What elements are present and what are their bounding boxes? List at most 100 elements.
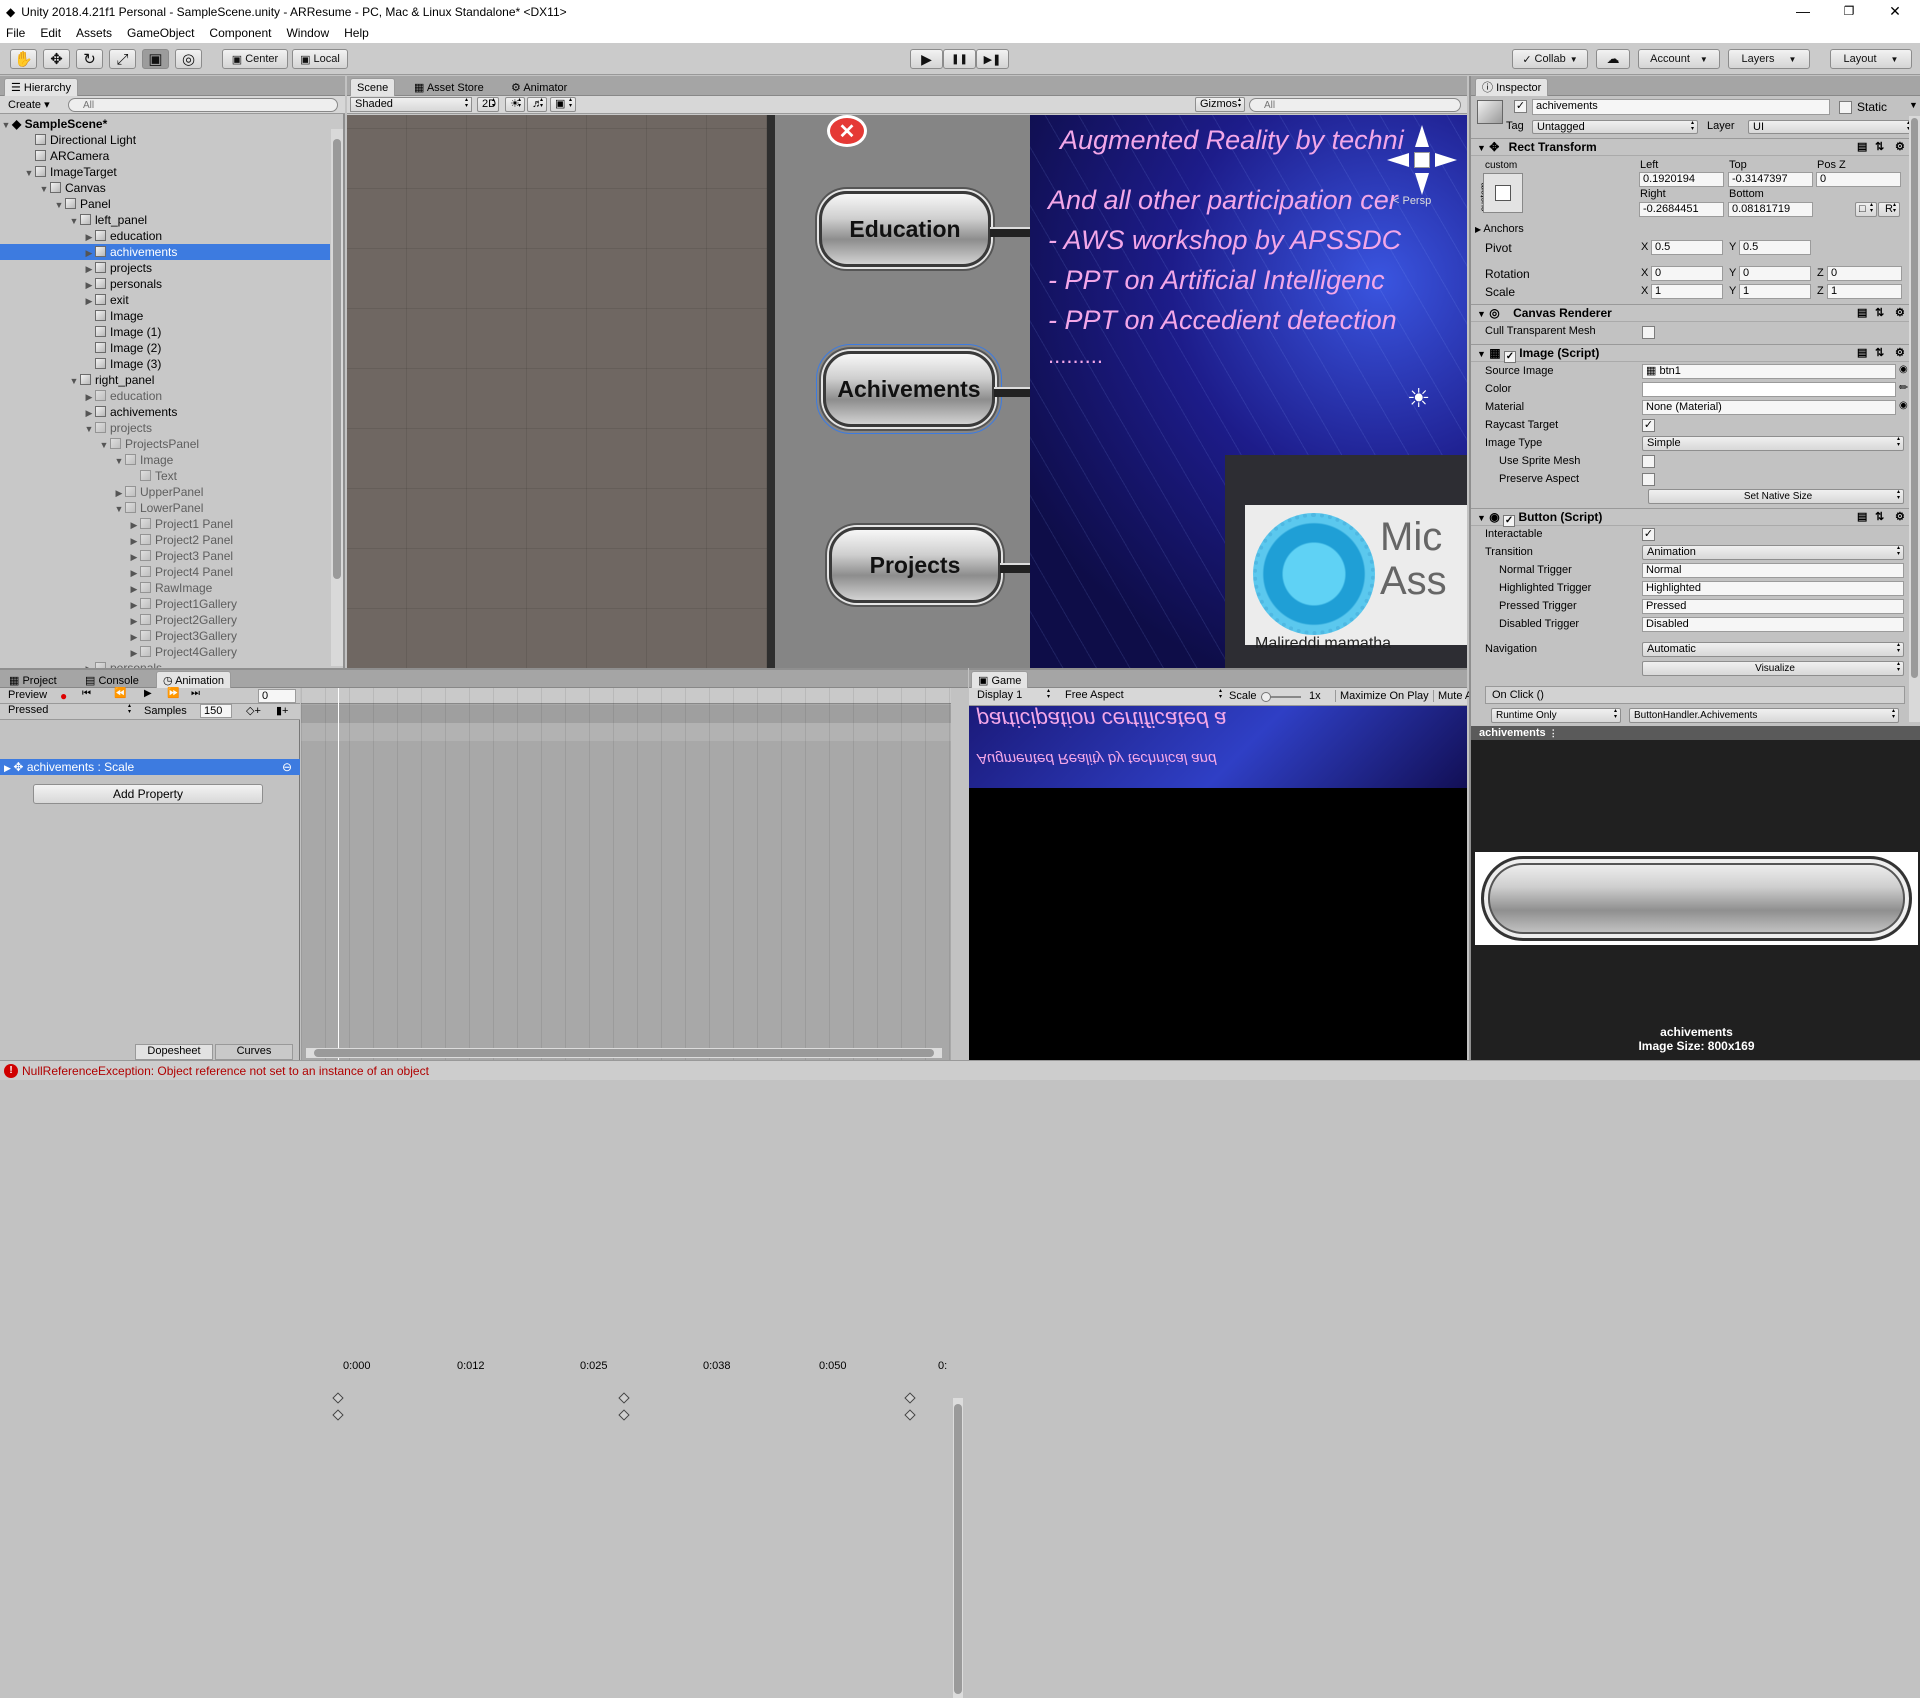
expand-arrow-icon[interactable]: ▼ bbox=[68, 373, 80, 389]
expand-arrow-icon[interactable]: ▶ bbox=[128, 517, 140, 533]
hierarchy-item[interactable]: ▼ left_panel bbox=[0, 212, 330, 228]
pivot-y-field[interactable]: 0.5 bbox=[1739, 240, 1811, 255]
keyframe-scale-2[interactable] bbox=[904, 1409, 916, 1421]
expand-arrow-icon[interactable]: ▶ bbox=[83, 229, 95, 245]
hierarchy-item[interactable]: ▶ RawImage bbox=[0, 580, 330, 596]
add-property-button[interactable]: Add Property bbox=[33, 784, 263, 804]
account-dropdown[interactable]: Account ▼ bbox=[1638, 49, 1720, 69]
cloud-icon[interactable]: ☁ bbox=[1596, 49, 1630, 69]
posz-field[interactable]: 0 bbox=[1816, 172, 1901, 187]
layer-dropdown[interactable]: UI bbox=[1748, 120, 1914, 134]
hierarchy-item[interactable]: ▶ achivements bbox=[0, 244, 330, 260]
preview-header[interactable]: achivements ⋮ bbox=[1471, 726, 1920, 740]
expand-arrow-icon[interactable]: ▶ bbox=[128, 645, 140, 661]
sprite-mesh-checkbox[interactable] bbox=[1642, 455, 1655, 468]
display-dropdown[interactable]: Display 1 bbox=[973, 689, 1053, 704]
hierarchy-item[interactable]: Directional Light bbox=[0, 132, 330, 148]
expand-arrow-icon[interactable]: ▼ bbox=[113, 501, 125, 517]
menu-edit[interactable]: Edit bbox=[40, 26, 61, 40]
scene-search-input[interactable] bbox=[1249, 98, 1461, 112]
persp-label[interactable]: < Persp bbox=[1393, 195, 1431, 207]
tab-inspector[interactable]: ⓘ Inspector bbox=[1475, 78, 1549, 96]
hierarchy-item[interactable]: ▼ Canvas bbox=[0, 180, 330, 196]
lighting-toggle-icon[interactable]: ☀ bbox=[505, 97, 525, 112]
rotation-z-field[interactable]: 0 bbox=[1827, 266, 1902, 281]
shading-dropdown[interactable]: Shaded bbox=[350, 97, 472, 112]
expand-arrow-icon[interactable]: ▼ bbox=[98, 437, 110, 453]
keyframe-summary-2[interactable] bbox=[904, 1392, 916, 1404]
expand-arrow-icon[interactable]: ▶ bbox=[128, 629, 140, 645]
hierarchy-scrollbar[interactable] bbox=[331, 129, 343, 666]
object-picker-icon[interactable]: ◉ bbox=[1899, 364, 1908, 375]
hierarchy-item[interactable]: ▶ achivements bbox=[0, 404, 330, 420]
rotation-x-field[interactable]: 0 bbox=[1651, 266, 1723, 281]
transform-tool-icon[interactable]: ◎ bbox=[175, 49, 202, 69]
hierarchy-item[interactable]: Image bbox=[0, 308, 330, 324]
expand-arrow-icon[interactable]: ▶ bbox=[83, 389, 95, 405]
handler-dropdown[interactable]: ButtonHandler.Achivements bbox=[1629, 708, 1899, 723]
rect-transform-header[interactable]: ▼ ✥ Rect Transform ▤ ⇅ ⚙ bbox=[1471, 138, 1920, 156]
minimize-button[interactable]: — bbox=[1780, 0, 1826, 23]
expand-arrow-icon[interactable]: ▶ bbox=[128, 549, 140, 565]
hierarchy-item[interactable]: ▶ UpperPanel bbox=[0, 484, 330, 500]
menu-help[interactable]: Help bbox=[344, 26, 369, 40]
scene-orientation-gizmo[interactable] bbox=[1387, 125, 1457, 195]
expand-arrow-icon[interactable]: ▶ bbox=[83, 293, 95, 309]
expand-arrow-icon[interactable]: ▶ bbox=[128, 533, 140, 549]
record-icon[interactable]: ● bbox=[60, 689, 67, 703]
expand-arrow-icon[interactable]: ▶ bbox=[113, 485, 125, 501]
timeline-playhead[interactable] bbox=[338, 688, 339, 1060]
expand-arrow-icon[interactable]: ▶ bbox=[128, 565, 140, 581]
right-field[interactable]: -0.2684451 bbox=[1639, 202, 1724, 217]
button-script-header[interactable]: ▼ ◉ ✓ Button (Script) ▤ ⇅ ⚙ bbox=[1471, 508, 1920, 527]
help-icon[interactable]: ▤ bbox=[1857, 139, 1867, 156]
layout-dropdown[interactable]: Layout ▼ bbox=[1830, 49, 1912, 69]
hierarchy-item[interactable]: ▶ Project1Gallery bbox=[0, 596, 330, 612]
expand-arrow-icon[interactable]: ▼ bbox=[68, 213, 80, 229]
expand-arrow-icon[interactable]: ▼ bbox=[113, 453, 125, 469]
pivot-x-field[interactable]: 0.5 bbox=[1651, 240, 1723, 255]
2d-toggle[interactable]: 2D bbox=[477, 97, 499, 112]
tag-dropdown[interactable]: Untagged bbox=[1532, 120, 1698, 134]
static-dropdown-icon[interactable]: ▼ bbox=[1909, 100, 1918, 110]
hand-tool-icon[interactable]: ✋ bbox=[10, 49, 37, 69]
hierarchy-item[interactable]: ▶ Project4 Panel bbox=[0, 564, 330, 580]
menu-window[interactable]: Window bbox=[286, 26, 329, 40]
expand-arrow-icon[interactable]: ▶ bbox=[83, 261, 95, 277]
play-anim-icon[interactable]: ▶ bbox=[144, 688, 152, 699]
tab-scene[interactable]: Scene bbox=[350, 78, 396, 96]
hierarchy-item[interactable]: ▶ exit bbox=[0, 292, 330, 308]
hierarchy-item[interactable]: ▶ education bbox=[0, 228, 330, 244]
expand-arrow-icon[interactable]: ▼ bbox=[53, 197, 65, 213]
gear-icon[interactable]: ⚙ bbox=[1895, 305, 1905, 322]
button-enabled-checkbox[interactable]: ✓ bbox=[1503, 515, 1516, 527]
preserve-aspect-checkbox[interactable] bbox=[1642, 473, 1655, 486]
timeline-vscroll[interactable] bbox=[953, 1398, 963, 1698]
expand-arrow-icon[interactable]: ▶ bbox=[83, 277, 95, 293]
tab-animator[interactable]: ⚙ Animator bbox=[504, 78, 574, 96]
navigation-dropdown[interactable]: Automatic bbox=[1642, 642, 1904, 657]
blueprint-mode-button[interactable]: □ bbox=[1855, 202, 1877, 217]
transition-dropdown[interactable]: Animation bbox=[1642, 545, 1904, 560]
static-checkbox[interactable] bbox=[1839, 101, 1852, 114]
expand-arrow-icon[interactable]: ▶ bbox=[83, 245, 95, 261]
effects-dropdown-icon[interactable]: ▣ bbox=[550, 97, 576, 112]
exit-button[interactable]: ✕ bbox=[827, 115, 867, 147]
eyedropper-icon[interactable]: ✏ bbox=[1899, 381, 1908, 394]
aspect-dropdown[interactable]: Free Aspect bbox=[1061, 689, 1225, 704]
canvas-renderer-header[interactable]: ▼ ◎ Canvas Renderer ▤ ⇅ ⚙ bbox=[1471, 304, 1920, 322]
tab-game[interactable]: ▣ Game bbox=[971, 671, 1029, 688]
dopesheet-tab[interactable]: Dopesheet bbox=[135, 1044, 213, 1060]
set-native-size-button[interactable]: Set Native Size bbox=[1648, 489, 1904, 504]
scale-tool-icon[interactable]: ⤢ bbox=[109, 49, 136, 69]
left-field[interactable]: 0.1920194 bbox=[1639, 172, 1724, 187]
disabled-trigger-field[interactable]: Disabled bbox=[1642, 617, 1904, 632]
tab-project[interactable]: ▦ Project bbox=[2, 671, 64, 688]
scene-root-row[interactable]: ▼ ◆ SampleScene* bbox=[0, 116, 330, 132]
add-keyframe-icon[interactable]: ◇+ bbox=[246, 704, 261, 717]
material-picker-icon[interactable]: ◉ bbox=[1899, 400, 1908, 411]
anchors-foldout[interactable]: ▶ Anchors bbox=[1475, 223, 1524, 235]
add-event-icon[interactable]: ▮+ bbox=[276, 704, 288, 717]
source-image-field[interactable]: ▦ btn1 bbox=[1642, 364, 1896, 379]
keyframe-scale-0[interactable] bbox=[332, 1409, 344, 1421]
